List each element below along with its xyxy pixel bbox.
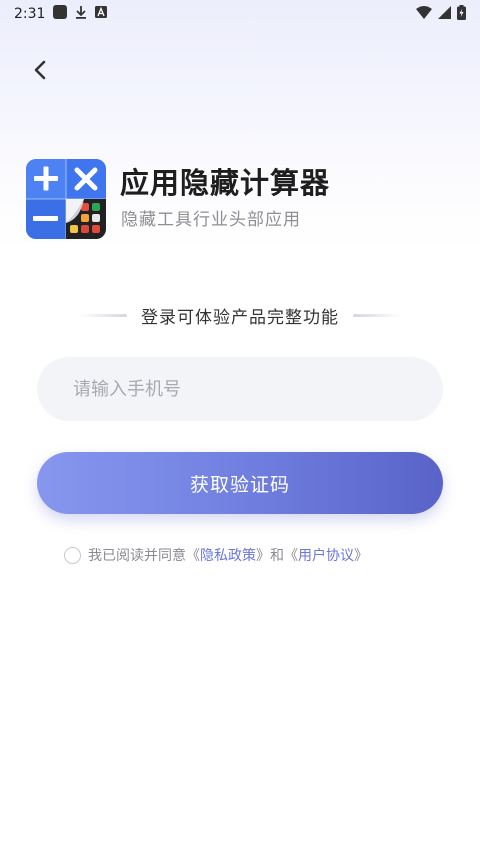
status-right [416, 4, 466, 24]
divider-line-right [353, 313, 401, 317]
agreement-prefix: 我已阅读并同意 [88, 548, 186, 564]
app-subtitle: 隐藏工具行业头部应用 [121, 210, 301, 230]
back-button[interactable] [24, 56, 56, 88]
user-agreement-link[interactable]: 用户协议 [298, 545, 354, 565]
agreement-row: 我已阅读并同意 《 隐私政策 》 和 《 用户协议 》 [64, 544, 368, 566]
privacy-policy-link[interactable]: 隐私政策 [200, 545, 256, 565]
download-icon [75, 5, 87, 23]
app-notification-icon [53, 5, 68, 23]
text-a-icon [95, 6, 108, 22]
phone-input[interactable] [37, 357, 443, 421]
app-logo [26, 159, 106, 239]
app-title: 应用隐藏计算器 [120, 166, 331, 200]
signal-icon [438, 5, 451, 23]
divider-text: 登录可体验产品完整功能 [141, 307, 339, 328]
status-time: 2:31 [14, 6, 46, 22]
chevron-left-icon [32, 59, 48, 85]
bracket-close-privacy: 》 [256, 548, 270, 564]
agreement-conjunction: 和 [270, 548, 284, 564]
bracket-open-user: 《 [284, 548, 298, 564]
bracket-open-privacy: 《 [186, 548, 200, 564]
calculator-logo-icon [26, 159, 106, 239]
wifi-icon [416, 5, 432, 23]
divider-line-left [79, 313, 127, 317]
agree-checkbox[interactable] [64, 546, 81, 564]
status-left: 2:31 [14, 5, 108, 23]
get-code-button[interactable]: 获取验证码 [37, 452, 443, 514]
login-divider: 登录可体验产品完整功能 [0, 302, 480, 328]
status-bar: 2:31 [0, 0, 480, 28]
bracket-close-user: 》 [354, 548, 368, 564]
battery-icon [457, 4, 466, 24]
